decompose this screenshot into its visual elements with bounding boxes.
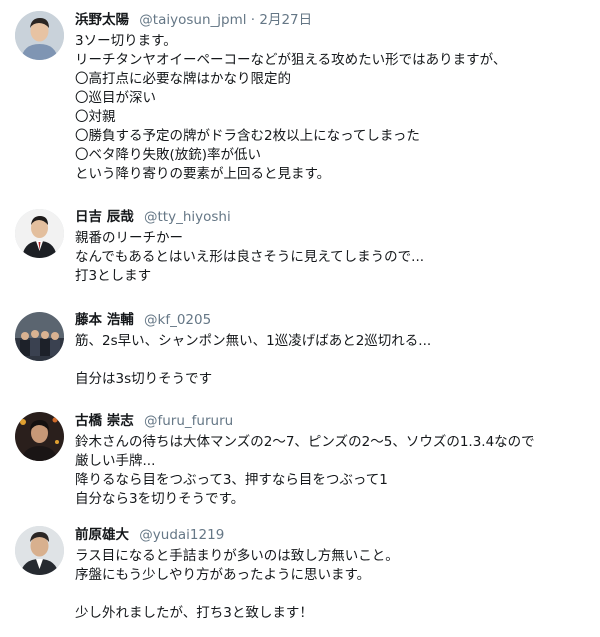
profile-photo-icon xyxy=(15,526,64,575)
tweet-header: 日吉 辰哉 @tty_hiyoshi xyxy=(75,207,592,227)
tweet-line: 3ソー切ります。 xyxy=(75,33,177,49)
tweet-line: 厳しい手牌... xyxy=(75,453,156,469)
profile-photo-icon xyxy=(15,312,64,361)
tweet-line: なんでもあるとはいえ形は良さそうに見えてしまうので... xyxy=(75,249,425,265)
display-name[interactable]: 日吉 辰哉 xyxy=(75,209,134,225)
tweet-line: 自分は3s切りそうです xyxy=(75,371,213,387)
tweet-text: 筋、2s早い、シャンポン無い、1巡凌げばあと2巡切れる... 自分は3s切りそう… xyxy=(75,332,592,389)
user-handle[interactable]: @taiyosun_jpml xyxy=(139,12,246,28)
tweet-line: 〇勝負する予定の牌がドラ含む2枚以上になってしまった xyxy=(75,128,420,144)
tweet-text: 3ソー切ります。 リーチタンヤオイーペーコーなどが狙える攻めたい形ではありますが… xyxy=(75,32,592,184)
avatar[interactable] xyxy=(15,412,64,461)
tweet-line: 〇ベタ降り失敗(放銃)率が低い xyxy=(75,147,262,163)
tweet-text: ラス目になると手詰まりが多いのは致し方無いこと。 序盤にもう少しやり方があったよ… xyxy=(75,547,592,623)
tweet-header: 古橋 崇志 @furu_fururu xyxy=(75,411,592,431)
user-handle[interactable]: @tty_hiyoshi xyxy=(144,209,231,225)
display-name[interactable]: 前原雄大 xyxy=(75,527,129,543)
tweet-line: 降りるなら目をつぶって3、押すなら目をつぶって1 xyxy=(75,472,388,488)
tweet-line: 筋、2s早い、シャンポン無い、1巡凌げばあと2巡切れる... xyxy=(75,333,432,349)
separator: · xyxy=(246,12,260,28)
tweet-header: 浜野太陽 @taiyosun_jpml · 2月27日 xyxy=(75,10,592,30)
tweet-line: 打3とします xyxy=(75,268,152,284)
display-name[interactable]: 浜野太陽 xyxy=(75,12,129,28)
tweet-line: という降り寄りの要素が上回ると見ます。 xyxy=(75,166,331,182)
profile-photo-icon xyxy=(15,11,64,60)
tweet-line: 〇対親 xyxy=(75,109,116,125)
avatar[interactable] xyxy=(15,209,64,258)
user-handle[interactable]: @yudai1219 xyxy=(139,527,224,543)
tweet-line: 〇高打点に必要な牌はかなり限定的 xyxy=(75,71,291,87)
tweet-line: リーチタンヤオイーペーコーなどが狙える攻めたい形ではありますが、 xyxy=(75,52,507,68)
tweet-header: 前原雄大 @yudai1219 xyxy=(75,525,592,545)
tweet-line: ラス目になると手詰まりが多いのは致し方無いこと。 xyxy=(75,548,399,564)
tweet-line: 親番のリーチかー xyxy=(75,230,183,246)
avatar[interactable] xyxy=(15,526,64,575)
avatar[interactable] xyxy=(15,312,64,361)
tweet-line xyxy=(75,351,592,370)
user-handle[interactable]: @furu_fururu xyxy=(144,413,233,429)
tweet-line xyxy=(75,585,592,604)
tweet-line: 鈴木さんの待ちは大体マンズの2～7、ピンズの2～5、ソウズの1.3.4なので xyxy=(75,434,535,450)
tweet-line: 少し外れましたが、打ち3と致します！ xyxy=(75,605,313,621)
tweet-text: 親番のリーチかー なんでもあるとはいえ形は良さそうに見えてしまうので... 打3… xyxy=(75,229,592,286)
user-handle[interactable]: @kf_0205 xyxy=(144,312,211,328)
tweet-line: 〇巡目が深い xyxy=(75,90,156,106)
tweet-header: 藤本 浩輔 @kf_0205 xyxy=(75,310,592,330)
tweet-date[interactable]: 2月27日 xyxy=(259,12,312,28)
display-name[interactable]: 古橋 崇志 xyxy=(75,413,134,429)
profile-photo-icon xyxy=(15,209,64,258)
tweet-line: 自分なら3を切りそうです。 xyxy=(75,491,245,507)
tweet-text: 鈴木さんの待ちは大体マンズの2～7、ピンズの2～5、ソウズの1.3.4なので 厳… xyxy=(75,433,592,509)
display-name[interactable]: 藤本 浩輔 xyxy=(75,312,134,328)
profile-photo-icon xyxy=(15,412,64,461)
avatar[interactable] xyxy=(15,11,64,60)
tweet-line: 序盤にもう少しやり方があったように思います。 xyxy=(75,567,371,583)
